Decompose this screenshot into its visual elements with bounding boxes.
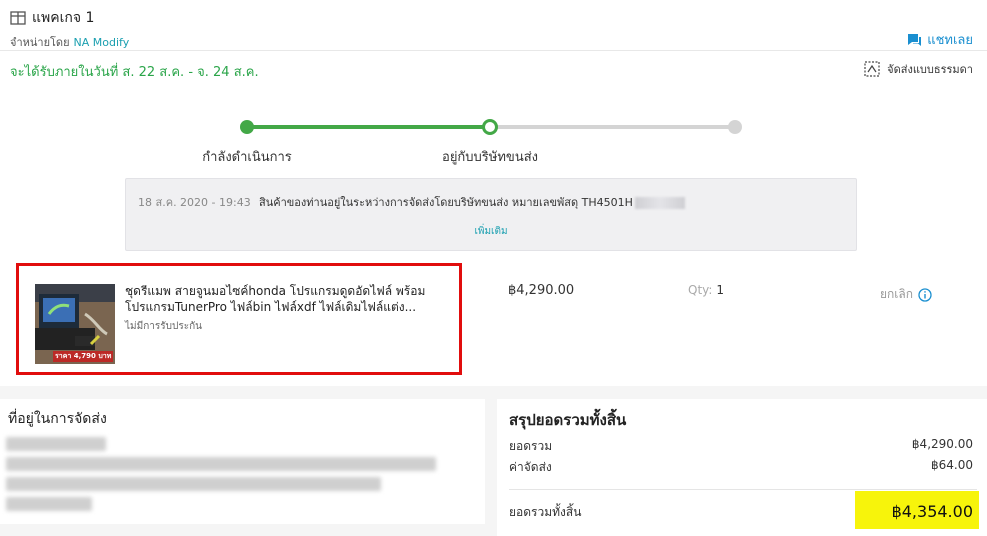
shipping-fee-value: ฿64.00 <box>931 458 973 472</box>
package-title-text: แพคเกจ 1 <box>32 10 95 26</box>
tracking-number-redacted <box>634 197 685 209</box>
header-divider <box>0 50 987 51</box>
address-redacted-line <box>6 477 381 491</box>
chat-now-button[interactable]: แชทเลย <box>907 29 973 50</box>
item-price: ฿4,290.00 <box>508 283 575 298</box>
shipping-method-label: จัดส่งแบบธรรมดา <box>887 63 973 76</box>
order-summary-title: สรุปยอดรวมทั้งสิ้น <box>509 411 627 429</box>
package-header: แพคเกจ 1 จำหน่ายโดย NA Modify <box>10 7 129 51</box>
delivery-eta: จะได้รับภายในวันที่ ส. 22 ส.ค. - จ. 24 ส… <box>10 65 259 80</box>
product-name-link[interactable]: ชุดรีแมพ สายจูนมอไซค์honda โปรแกรมดูดอัด… <box>125 283 460 315</box>
item-quantity: Qty: 1 <box>688 283 724 297</box>
package-icon <box>10 11 26 25</box>
cancel-label: ยกเลิก <box>880 287 914 301</box>
package-title: แพคเกจ 1 <box>10 7 129 29</box>
subtotal-label: ยอดรวม <box>509 439 553 453</box>
info-icon[interactable] <box>918 287 932 302</box>
seller-name-link[interactable]: NA Modify <box>74 36 130 49</box>
shipping-address-card: ที่อยู่ในการจัดส่ง <box>0 399 485 524</box>
tracking-log: 18 ส.ค. 2020 - 19:43 สินค้าของท่านอยู่ใน… <box>125 178 857 251</box>
subtotal-row: ยอดรวม ฿4,290.00 <box>509 437 973 456</box>
tracking-more-link[interactable]: เพิ่มเติม <box>126 224 856 239</box>
step-dot-with-carrier <box>482 119 498 135</box>
step-label-processing: กำลังดำเนินการ <box>202 150 292 165</box>
subtotal-value: ฿4,290.00 <box>911 437 973 451</box>
address-redacted-line <box>6 457 436 471</box>
tracking-log-date: 18 ส.ค. 2020 - 19:43 <box>138 196 251 209</box>
product-thumbnail[interactable]: ราคา 4,790 บาท <box>35 284 115 364</box>
tracking-log-message: สินค้าของท่านอยู่ในระหว่างการจัดส่งโดยบร… <box>259 196 633 209</box>
seller-line: จำหน่ายโดย NA Modify <box>10 33 129 51</box>
address-redacted-line <box>6 437 106 451</box>
step-dot-processing <box>240 120 254 134</box>
tracking-log-text: สินค้าของท่านอยู่ในระหว่างการจัดส่งโดยบร… <box>259 193 685 211</box>
delivery-progress-tracker <box>240 119 742 135</box>
order-summary-card: สรุปยอดรวมทั้งสิ้น ยอดรวม ฿4,290.00 ค่าจ… <box>497 399 987 536</box>
shipping-fee-row: ค่าจัดส่ง ฿64.00 <box>509 458 973 477</box>
quantity-value: 1 <box>716 283 725 297</box>
product-thumbnail-caption: ราคา 4,790 บาท <box>53 351 114 362</box>
summary-divider <box>509 489 977 490</box>
cancel-item-button[interactable]: ยกเลิก <box>880 285 932 304</box>
chat-bubble-icon <box>908 33 922 46</box>
product-warranty: ไม่มีการรับประกัน <box>125 321 202 332</box>
shipping-address-title: ที่อยู่ในการจัดส่ง <box>8 411 107 427</box>
address-redacted-line <box>6 497 92 511</box>
shipping-fee-label: ค่าจัดส่ง <box>509 460 552 474</box>
grand-total-value: ฿4,354.00 <box>891 502 973 521</box>
standard-shipping-icon <box>864 61 880 77</box>
package-card: แพคเกจ 1 จำหน่ายโดย NA Modify แชทเลย จะได… <box>0 0 987 386</box>
step-dot-delivered <box>728 120 742 134</box>
quantity-label: Qty: <box>688 283 713 297</box>
order-item-highlight: ราคา 4,790 บาท ชุดรีแมพ สายจูนมอไซค์hond… <box>16 263 462 375</box>
shipping-method: จัดส่งแบบธรรมดา <box>863 60 973 78</box>
grand-total-label: ยอดรวมทั้งสิ้น <box>509 505 582 519</box>
chat-now-label: แชทเลย <box>927 33 973 48</box>
seller-label: จำหน่ายโดย <box>10 36 70 49</box>
step-label-with-carrier: อยู่กับบริษัทขนส่ง <box>442 150 538 165</box>
